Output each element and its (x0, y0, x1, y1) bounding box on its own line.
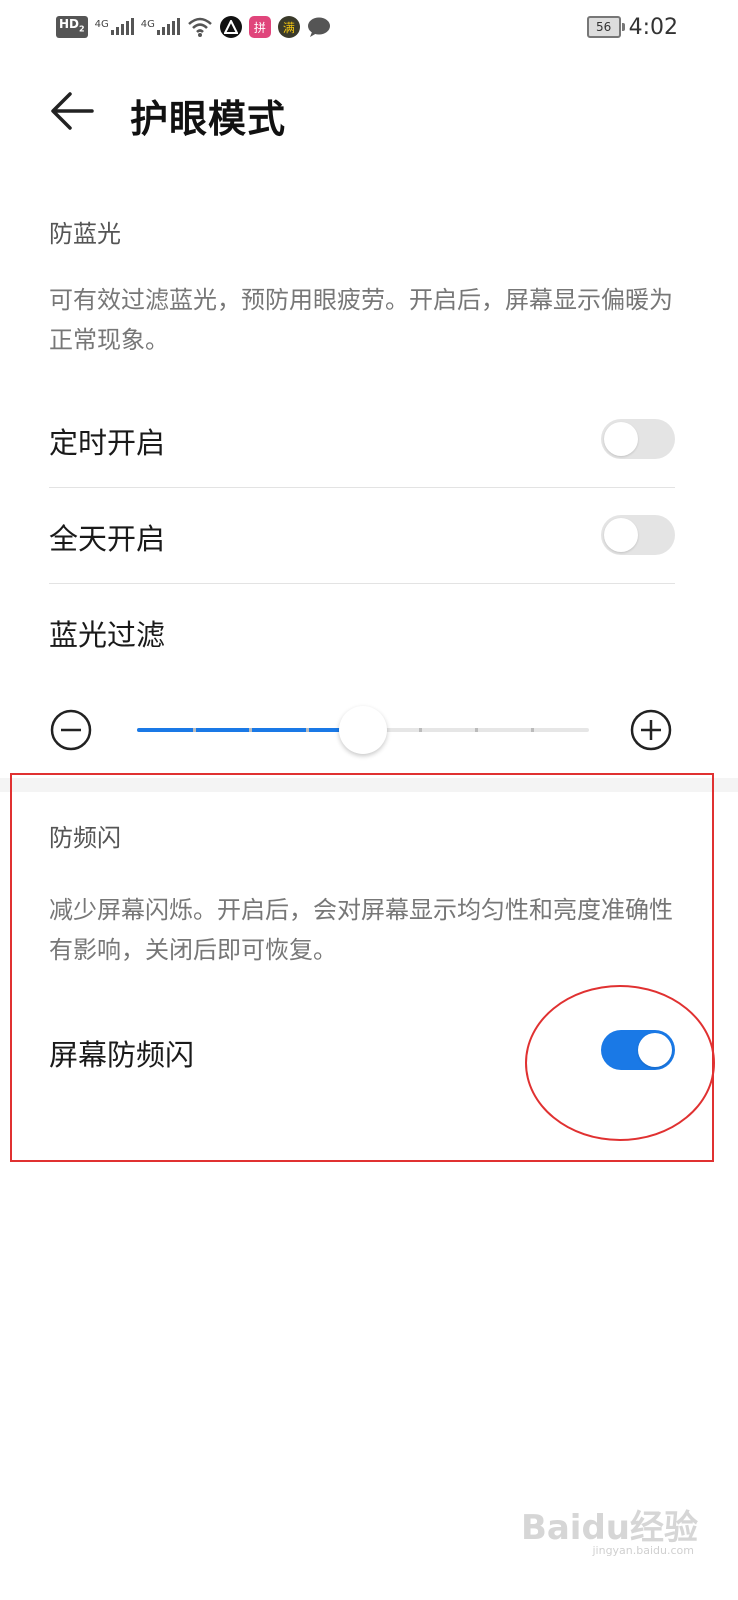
slider-track[interactable] (137, 706, 589, 754)
slider-tick (475, 728, 478, 732)
app-notification-icon-3: 满 (277, 16, 300, 38)
pinduoduo-icon: 拼 (248, 16, 271, 38)
network-type-1: 4G (94, 19, 109, 30)
filter-label: 蓝光过滤 (49, 618, 166, 652)
battery-icon: 56 (586, 16, 625, 38)
annotation-ellipse (525, 985, 715, 1141)
back-arrow-icon (51, 92, 94, 130)
watermark-url: jingyan.baidu.com (592, 1544, 694, 1557)
scheduled-toggle[interactable] (601, 419, 675, 459)
divider (49, 583, 675, 584)
blue-light-description: 可有效过滤蓝光，预防用眼疲劳。开启后，屏幕显示偏暖为正常现象。 (49, 286, 673, 354)
decrease-button[interactable] (49, 708, 93, 752)
clock: 4:02 (628, 14, 678, 40)
app-header: 护眼模式 (0, 76, 738, 148)
message-icon (307, 17, 330, 37)
toggle-knob (604, 422, 638, 456)
slider-tick (249, 728, 252, 732)
increase-button[interactable] (629, 708, 673, 752)
slider-tick (193, 728, 196, 732)
divider (49, 487, 675, 488)
wifi-icon (188, 17, 212, 37)
battery-level: 56 (595, 20, 612, 34)
slider-tick (419, 728, 422, 732)
status-right-icons: 56 4:02 (586, 14, 678, 40)
scheduled-label: 定时开启 (49, 426, 166, 460)
minus-circle-icon (50, 709, 92, 751)
blue-light-filter-slider (49, 706, 675, 754)
page-title: 护眼模式 (130, 97, 287, 141)
signal-1-icon: 4G (94, 18, 134, 35)
slider-thumb[interactable] (339, 706, 387, 754)
network-type-2: 4G (140, 19, 155, 30)
status-bar: HD2 4G 4G 拼 满 56 4:02 (0, 0, 738, 56)
slider-tick (531, 728, 534, 732)
back-button[interactable] (48, 86, 98, 136)
slider-tick (306, 728, 309, 732)
signal-2-icon: 4G (140, 18, 180, 35)
hd-voice-icon: HD2 (56, 16, 88, 38)
all-day-toggle[interactable] (601, 515, 675, 555)
plus-circle-icon (630, 709, 672, 751)
section-title-blue-light: 防蓝光 (49, 220, 121, 248)
status-left-icons: HD2 4G 4G 拼 满 (56, 14, 331, 40)
app-notification-icon-1 (219, 16, 242, 38)
toggle-knob (604, 518, 638, 552)
watermark: Baidu经验 (520, 1508, 698, 1548)
all-day-label: 全天开启 (49, 522, 166, 556)
